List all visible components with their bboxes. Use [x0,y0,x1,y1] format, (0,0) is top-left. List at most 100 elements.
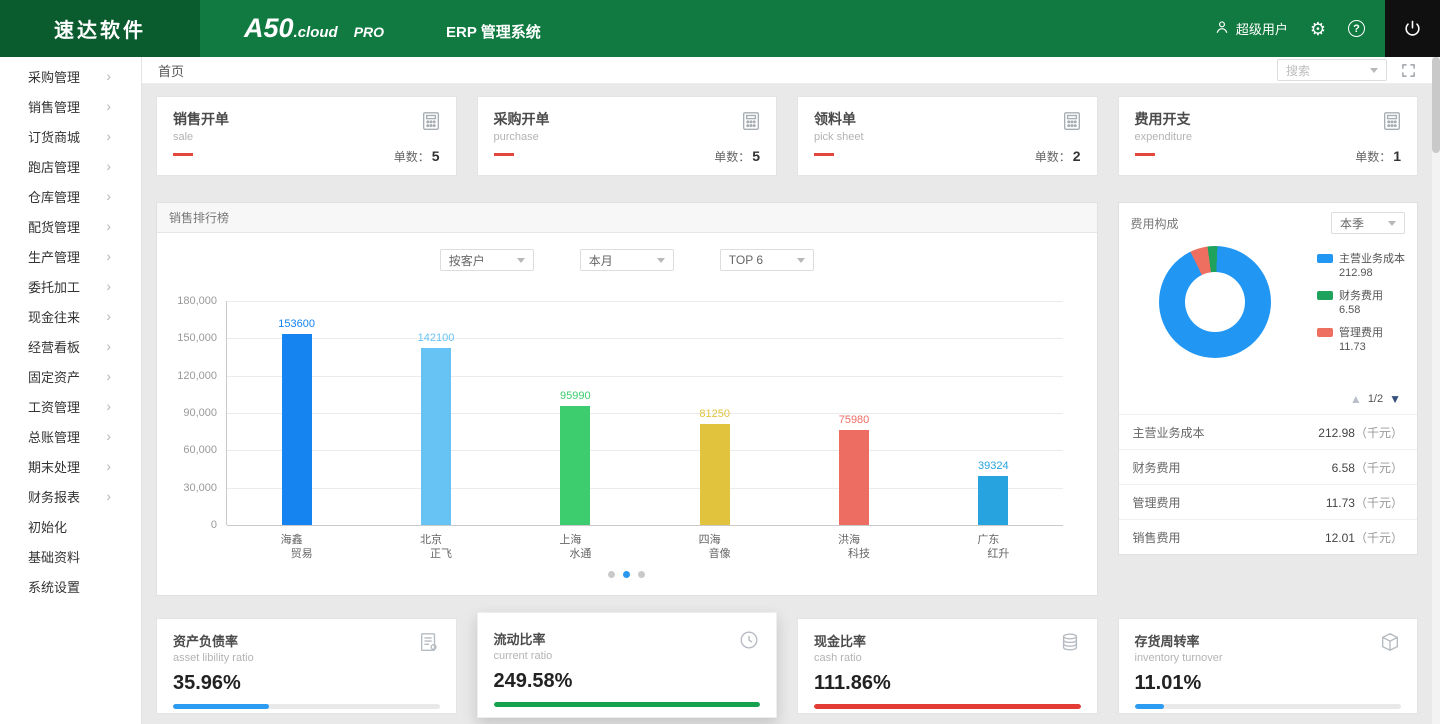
chart-gridline [227,413,1063,414]
expense-row: 财务费用 6.58（千元） [1119,449,1418,484]
period-select[interactable]: 本月 [580,249,674,271]
chart-gridline [227,488,1063,489]
carousel-dot[interactable] [608,571,615,578]
kpi-card-asset-liability-ratio[interactable]: 资产负债率 asset libility ratio 35.96% [156,618,457,714]
legend-pager: ▲ 1/2 ▼ [1119,390,1418,414]
fullscreen-icon[interactable] [1401,63,1416,78]
kpi-card-current-ratio[interactable]: 流动比率 current ratio 249.58% [477,612,778,718]
expense-period-select[interactable]: 本季 [1331,212,1405,234]
topn-select[interactable]: TOP 6 [720,249,814,271]
sidebar-item-label: 财务报表 [28,487,80,506]
sidebar-item-10[interactable]: 经营看板› [0,331,141,361]
chart-bar[interactable] [282,334,312,525]
sidebar-item-6[interactable]: 配货管理› [0,211,141,241]
chevron-right-icon: › [106,429,111,443]
sidebar-item-14[interactable]: 期末处理› [0,451,141,481]
stat-count: 单数：5 [394,148,440,165]
chevron-right-icon: › [106,129,111,143]
main-area: 首页 搜索 销售开单 sale 单数：5 [142,57,1432,724]
stat-card-expenditure[interactable]: 费用开支 expenditure 单数：1 [1118,96,1419,176]
sidebar-item-17[interactable]: 基础资料 [0,541,141,571]
stat-subtitle: purchase [494,131,761,143]
sidebar-item-9[interactable]: 现金往来› [0,301,141,331]
chart-bar[interactable] [560,406,590,525]
page-up-icon[interactable]: ▲ [1350,392,1362,406]
user-name: 超级用户 [1236,19,1288,38]
progress-bar [814,704,1081,709]
power-icon [1403,19,1422,38]
chart-bar[interactable] [839,430,869,525]
stat-count: 单数：5 [714,148,760,165]
stat-cards-row: 销售开单 sale 单数：5 采购开单 purchase 单数：5 领料单 pi… [156,96,1418,176]
chevron-right-icon: › [106,339,111,353]
accent-line [494,153,514,156]
kpi-card-cash-ratio[interactable]: 现金比率 cash ratio 111.86% [797,618,1098,714]
chevron-down-icon [517,258,525,263]
sidebar-item-label: 跑店管理 [28,157,80,176]
stat-card-purchase[interactable]: 采购开单 purchase 单数：5 [477,96,778,176]
chart-bar[interactable] [700,424,730,525]
sidebar-item-4[interactable]: 跑店管理› [0,151,141,181]
stat-subtitle: pick sheet [814,131,1081,143]
help-icon[interactable]: ? [1348,20,1365,37]
breadcrumb-bar: 首页 搜索 [142,57,1432,84]
product-tag: PRO [354,24,384,40]
sidebar-item-1[interactable]: 采购管理› [0,61,141,91]
sidebar-item-13[interactable]: 总账管理› [0,421,141,451]
donut-chart-area: 主营业务成本212.98 财务费用6.58 管理费用11.73 [1119,244,1418,390]
accent-line [1135,153,1155,156]
page-down-icon[interactable]: ▼ [1389,392,1401,406]
accent-line [814,153,834,156]
chart-bar[interactable] [421,348,451,525]
x-axis-label: 海鑫贸易 [281,533,313,561]
sidebar-item-15[interactable]: 财务报表 › [0,481,141,511]
sidebar-item-3[interactable]: 订货商城› [0,121,141,151]
power-button[interactable] [1385,0,1440,57]
search-placeholder: 搜索 [1286,62,1310,79]
carousel-dot[interactable] [638,571,645,578]
stat-card-pick-sheet[interactable]: 领料单 pick sheet 单数：2 [797,96,1098,176]
sidebar-item-8[interactable]: 委托加工› [0,271,141,301]
donut-chart [1159,246,1271,358]
sidebar-item-label: 采购管理 [28,67,80,86]
legend-item: 财务费用6.58 [1317,289,1405,317]
legend-swatch [1317,291,1333,300]
header-actions: 超级用户 ⚙ ? [1214,19,1365,38]
user-menu[interactable]: 超级用户 [1214,19,1288,38]
chart-gridline [227,301,1063,302]
scrollbar-thumb[interactable] [1432,57,1440,153]
search-select[interactable]: 搜索 [1277,59,1387,81]
stat-card-sale[interactable]: 销售开单 sale 单数：5 [156,96,457,176]
donut-legend: 主营业务成本212.98 财务费用6.58 管理费用11.73 [1317,252,1405,363]
brand: A50.cloud PRO ERP 管理系统 [244,13,541,44]
x-axis-label: 北京正飞 [420,533,452,561]
x-axis-label: 广东红升 [977,533,1009,561]
chart-bar[interactable] [978,476,1008,525]
chart-gridline [227,376,1063,377]
kpi-card-inventory-turnover[interactable]: 存货周转率 inventory turnover 11.01% [1118,618,1419,714]
chevron-down-icon [1388,221,1396,226]
x-axis-label: 上海水通 [559,533,591,561]
carousel-dots [157,571,1097,578]
bar-value-label: 81250 [699,408,730,420]
breadcrumb-home[interactable]: 首页 [158,61,1277,80]
chevron-down-icon [797,258,805,263]
stat-count: 单数：2 [1035,148,1081,165]
dimension-select[interactable]: 按客户 [440,249,534,271]
calculator-icon [740,110,762,137]
sidebar-item-12[interactable]: 工资管理› [0,391,141,421]
sidebar-item-5[interactable]: 仓库管理› [0,181,141,211]
chevron-right-icon: › [106,489,111,503]
sidebar-item-2[interactable]: 销售管理› [0,91,141,121]
sidebar-item-label: 固定资产 [28,367,80,386]
bar-value-label: 142100 [418,332,455,344]
sidebar-item-7[interactable]: 生产管理› [0,241,141,271]
sidebar: 采购管理› 销售管理› 订货商城› 跑店管理› 仓库管理› 配货管理› 生产管理… [0,57,142,724]
x-axis-label: 洪海科技 [838,533,870,561]
sidebar-item-11[interactable]: 固定资产› [0,361,141,391]
sidebar-item-label: 期末处理 [28,457,80,476]
sidebar-item-16[interactable]: 初始化 [0,511,141,541]
sidebar-item-18[interactable]: 系统设置 [0,571,141,601]
gear-icon[interactable]: ⚙ [1310,20,1326,38]
carousel-dot[interactable] [623,571,630,578]
